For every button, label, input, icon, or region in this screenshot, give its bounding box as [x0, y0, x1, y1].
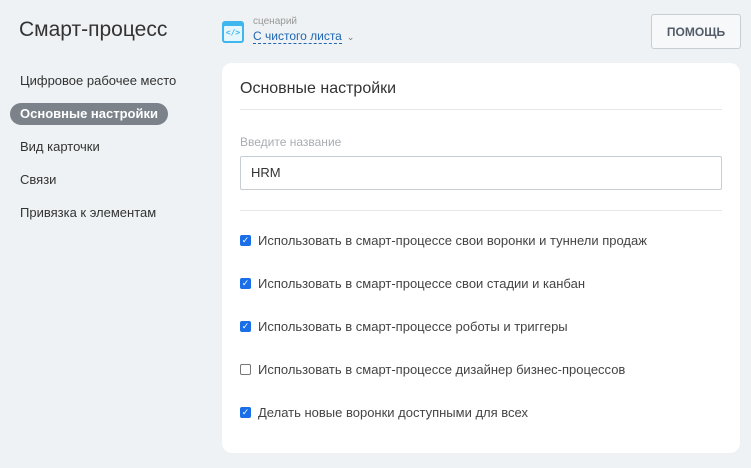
scenario-value[interactable]: С чистого листа [253, 29, 342, 44]
checkbox-label[interactable]: Использовать в смарт-процессе свои стади… [258, 276, 585, 291]
option-checkbox-row[interactable]: Использовать в смарт-процессе дизайнер б… [240, 362, 625, 377]
checkbox-label[interactable]: Использовать в смарт-процессе свои ворон… [258, 233, 647, 248]
scenario-label: сценарий [253, 16, 297, 27]
card-title: Основные настройки [240, 80, 397, 97]
nav-item-digital-workplace[interactable]: Цифровое рабочее место [10, 70, 186, 92]
scenario-selector[interactable]: </> сценарий С чистого листа ⌄ [222, 16, 354, 45]
option-checkbox-row[interactable]: ✓ Использовать в смарт-процессе свои стад… [240, 276, 585, 291]
name-label: Введите название [240, 135, 342, 149]
checkbox-label[interactable]: Использовать в смарт-процессе дизайнер б… [258, 362, 625, 377]
nav-item-main-settings[interactable]: Основные настройки [10, 103, 168, 125]
checkbox[interactable]: ✓ [240, 235, 251, 246]
option-checkbox-row[interactable]: ✓ Использовать в смарт-процессе свои воро… [240, 233, 647, 248]
checkbox[interactable]: ✓ [240, 321, 251, 332]
nav-item-card-view[interactable]: Вид карточки [10, 136, 186, 158]
checkbox[interactable]: ✓ [240, 407, 251, 418]
sidebar-nav: Цифровое рабочее место Основные настройк… [10, 70, 186, 235]
divider [240, 210, 722, 211]
checkbox-label[interactable]: Делать новые воронки доступными для всех [258, 405, 528, 420]
code-window-icon: </> [222, 20, 244, 43]
nav-item-relations[interactable]: Связи [10, 169, 186, 191]
help-button[interactable]: ПОМОЩЬ [651, 14, 741, 49]
settings-card: Основные настройки Введите название HRM … [222, 63, 740, 453]
checkbox[interactable] [240, 364, 251, 375]
checkbox[interactable]: ✓ [240, 278, 251, 289]
chevron-down-icon[interactable]: ⌄ [347, 32, 355, 42]
nav-item-element-binding[interactable]: Привязка к элементам [10, 202, 186, 224]
name-input[interactable]: HRM [240, 156, 722, 190]
option-checkbox-row[interactable]: ✓ Делать новые воронки доступными для все… [240, 405, 528, 420]
checkbox-label[interactable]: Использовать в смарт-процессе роботы и т… [258, 319, 568, 334]
option-checkbox-row[interactable]: ✓ Использовать в смарт-процессе роботы и … [240, 319, 568, 334]
divider [240, 109, 722, 110]
page-title: Смарт-процесс [19, 18, 168, 41]
